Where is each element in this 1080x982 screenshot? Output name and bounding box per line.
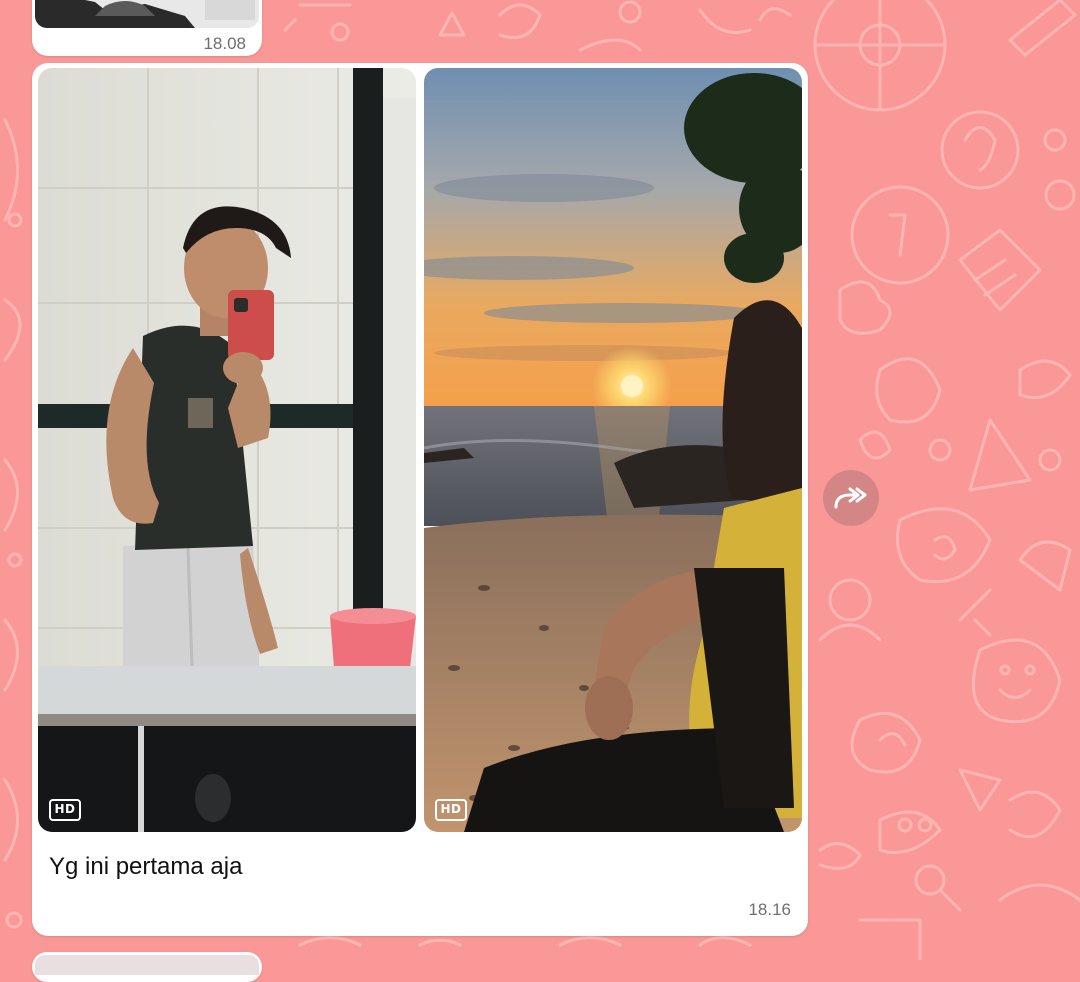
beach-sunset-image	[424, 68, 802, 832]
previous-photo-thumbnail[interactable]	[35, 0, 259, 28]
message-bubble[interactable]: HD HD Yg ini pertama aja 18.16	[32, 63, 808, 936]
previous-message-timestamp: 18.08	[203, 34, 246, 53]
mirror-selfie-photo[interactable]: HD	[38, 68, 416, 832]
forward-arrow-icon	[834, 487, 867, 509]
forward-button[interactable]	[823, 470, 879, 526]
hd-quality-badge: HD	[49, 799, 81, 821]
hd-quality-badge: HD	[435, 799, 467, 821]
previous-message-bubble[interactable]: 18.08	[32, 0, 262, 56]
beach-sunset-photo[interactable]: HD	[424, 68, 802, 832]
message-caption: Yg ini pertama aja	[49, 853, 243, 880]
mirror-selfie-image	[38, 68, 416, 832]
next-message-bubble[interactable]	[32, 952, 262, 982]
next-photo-thumbnail[interactable]	[35, 955, 259, 975]
message-timestamp: 18.16	[748, 900, 791, 919]
